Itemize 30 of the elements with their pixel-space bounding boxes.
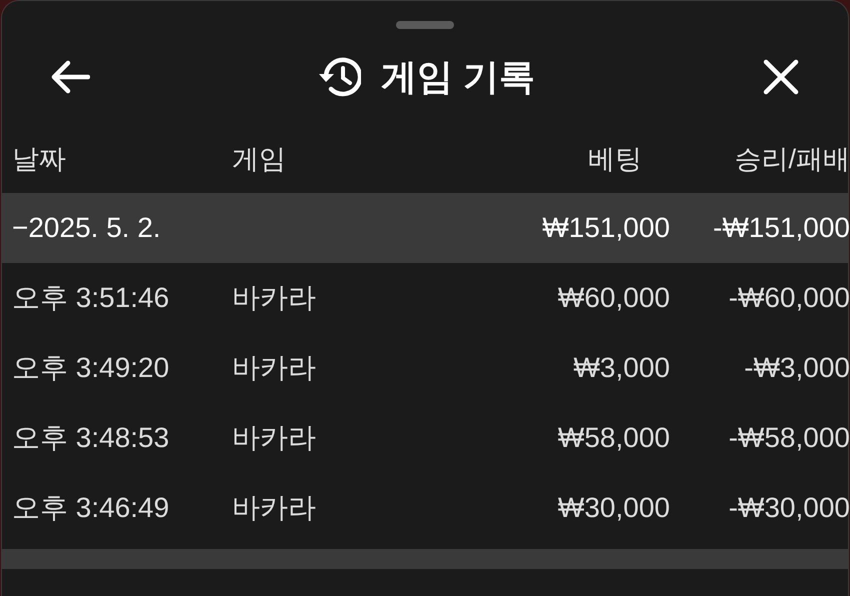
table-cell-text: 오후 3:46:49 — [12, 491, 170, 525]
close-icon[interactable] — [762, 58, 800, 96]
table-cell-text: 바카라 — [232, 281, 317, 315]
table-cell-text: 바카라 — [232, 351, 317, 385]
column-header: 날짜 — [12, 144, 66, 174]
table-cell: ₩58,000 — [558, 422, 670, 453]
table-cell-text: 바카라 — [232, 421, 317, 455]
column-header: 게임 — [232, 144, 286, 174]
back-icon[interactable] — [50, 60, 90, 94]
table-cell: -₩58,000 — [728, 422, 850, 453]
table-cell: -₩30,000 — [728, 492, 850, 523]
table-cell: ₩3,000 — [574, 352, 670, 383]
history-icon — [316, 57, 361, 97]
group-row[interactable]: −2025. 5. 2. ₩151,000 -₩151,000 — [2, 193, 848, 263]
table-cell-text: 오후 3:48:53 — [12, 421, 170, 455]
table-cell: ₩30,000 — [558, 492, 670, 523]
table-cell-text: 오후 3:49:20 — [12, 351, 170, 385]
table-cell: -₩3,000 — [744, 352, 850, 383]
group-date: 2025. 5. 2. — [28, 211, 161, 245]
collapse-toggle[interactable]: − — [12, 207, 28, 249]
result-total: -₩151,000 — [713, 212, 850, 243]
table-cell-text: 바카라 — [232, 491, 317, 525]
column-header: 승리/패배 — [734, 144, 850, 174]
column-header: 베팅 — [588, 144, 643, 174]
drag-handle[interactable] — [396, 21, 454, 29]
dialog-title: 게임 기록 — [380, 55, 535, 99]
table-cell: ₩60,000 — [558, 282, 670, 313]
bet-total: ₩151,000 — [542, 212, 670, 243]
table-cell: -₩60,000 — [728, 282, 850, 313]
table-cell-text: 오후 3:51:46 — [12, 281, 170, 315]
